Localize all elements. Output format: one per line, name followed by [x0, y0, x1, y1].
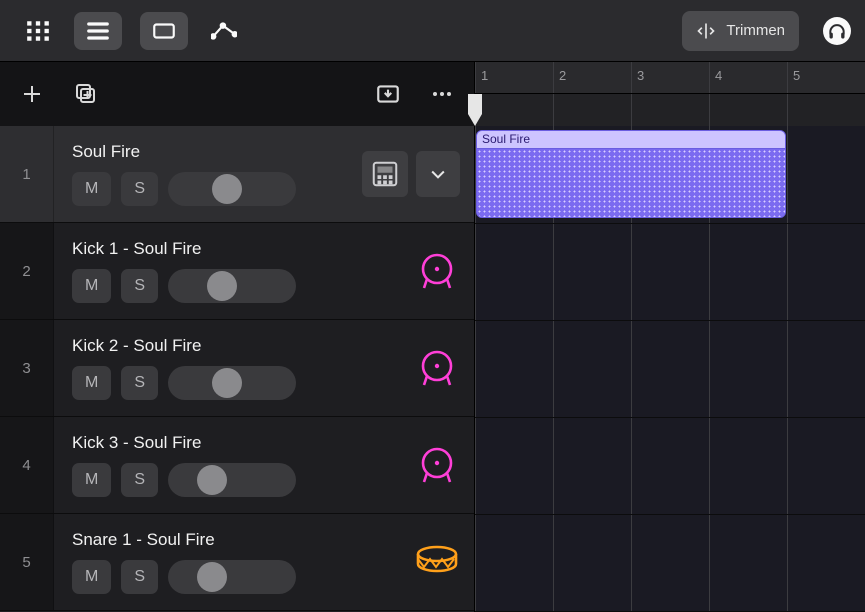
snare-icon [414, 539, 460, 585]
track-name: Kick 2 - Soul Fire [72, 336, 410, 356]
region-clip[interactable]: Soul Fire [476, 130, 786, 218]
ruler-number: 5 [793, 68, 800, 83]
top-toolbar: Trimmen [0, 0, 865, 62]
track-name: Kick 1 - Soul Fire [72, 239, 410, 259]
track-row[interactable]: 5 Snare 1 - Soul Fire MS [0, 514, 474, 611]
import-button[interactable] [370, 76, 406, 112]
region-content [477, 149, 785, 217]
track-number: 4 [0, 417, 54, 513]
grid-icon [25, 18, 51, 44]
main-area: 1Soul FireMS2Kick 1 - Soul FireMS3Kick 2… [0, 126, 865, 612]
volume-knob[interactable] [197, 562, 227, 592]
volume-knob[interactable] [212, 368, 242, 398]
more-icon [430, 82, 454, 106]
list-icon [85, 18, 111, 44]
kick-icon [414, 345, 460, 391]
grid-view-button[interactable] [14, 12, 62, 50]
mute-button[interactable]: M [72, 560, 111, 594]
more-button[interactable] [424, 76, 460, 112]
headphones-button[interactable] [823, 17, 851, 45]
import-icon [375, 81, 401, 107]
track-list: 1Soul FireMS2Kick 1 - Soul FireMS3Kick 2… [0, 126, 475, 612]
track-name: Soul Fire [72, 142, 358, 162]
solo-button[interactable]: S [121, 463, 158, 497]
volume-slider[interactable] [168, 560, 296, 594]
volume-slider[interactable] [168, 269, 296, 303]
solo-button[interactable]: S [121, 172, 158, 206]
trim-button[interactable]: Trimmen [682, 11, 799, 51]
track-number: 3 [0, 320, 54, 416]
track-name: Kick 3 - Soul Fire [72, 433, 410, 453]
timeline-ruler[interactable]: 1 2 3 4 5 [475, 62, 865, 126]
sampler-icon [362, 151, 408, 197]
track-number: 5 [0, 514, 54, 610]
tool-group [140, 12, 248, 50]
track-row[interactable]: 3 Kick 2 - Soul Fire MS [0, 320, 474, 417]
sub-header: 1 2 3 4 5 [0, 62, 865, 126]
list-view-button[interactable] [74, 12, 122, 50]
chevron-down-icon [428, 164, 448, 184]
volume-slider[interactable] [168, 463, 296, 497]
solo-button[interactable]: S [121, 366, 158, 400]
mute-button[interactable]: M [72, 269, 111, 303]
duplicate-icon [74, 82, 98, 106]
track-header-toolbar [0, 62, 475, 126]
track-number: 2 [0, 223, 54, 319]
automation-icon [211, 18, 237, 44]
solo-button[interactable]: S [121, 269, 158, 303]
track-name: Snare 1 - Soul Fire [72, 530, 410, 550]
arrangement-area[interactable]: Soul Fire [475, 126, 865, 612]
volume-knob[interactable] [207, 271, 237, 301]
expand-button[interactable] [416, 151, 460, 197]
solo-button[interactable]: S [121, 560, 158, 594]
track-row[interactable]: 1 Soul Fire MS [0, 126, 474, 223]
volume-knob[interactable] [197, 465, 227, 495]
mute-button[interactable]: M [72, 366, 111, 400]
clip-tool-icon [151, 18, 177, 44]
kick-icon [414, 248, 460, 294]
volume-knob[interactable] [212, 174, 242, 204]
ruler-number: 3 [637, 68, 644, 83]
trim-label: Trimmen [726, 22, 785, 39]
duplicate-track-button[interactable] [68, 76, 104, 112]
automation-tool-button[interactable] [200, 12, 248, 50]
clip-tool-button[interactable] [140, 12, 188, 50]
trim-icon [696, 21, 716, 41]
volume-slider[interactable] [168, 172, 296, 206]
ruler-number: 4 [715, 68, 722, 83]
add-icon [20, 82, 44, 106]
headphones-icon [827, 21, 847, 41]
mute-button[interactable]: M [72, 172, 111, 206]
ruler-number: 2 [559, 68, 566, 83]
kick-icon [414, 442, 460, 488]
track-row[interactable]: 2 Kick 1 - Soul Fire MS [0, 223, 474, 320]
view-mode-group [14, 12, 122, 50]
volume-slider[interactable] [168, 366, 296, 400]
mute-button[interactable]: M [72, 463, 111, 497]
ruler-number: 1 [481, 68, 488, 83]
track-row[interactable]: 4 Kick 3 - Soul Fire MS [0, 417, 474, 514]
region-label: Soul Fire [477, 131, 785, 149]
track-number: 1 [0, 126, 54, 222]
add-track-button[interactable] [14, 76, 50, 112]
